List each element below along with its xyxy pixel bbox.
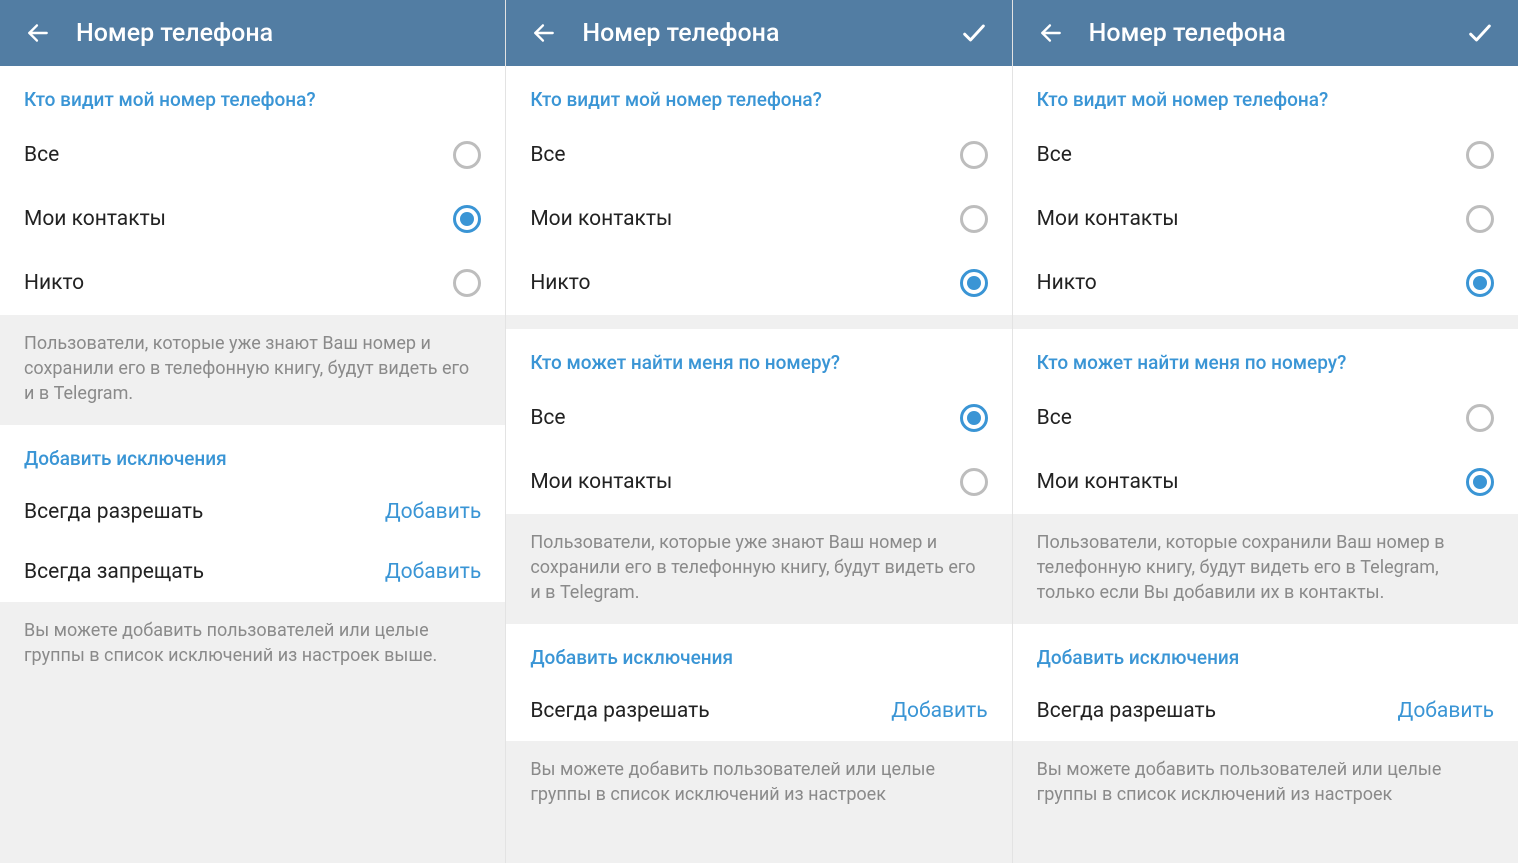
section-header: Кто может найти меня по номеру? — [1013, 329, 1518, 386]
section-header: Кто видит мой номер телефона? — [1013, 66, 1518, 123]
app-header: Номер телефона — [506, 0, 1011, 66]
hint-text: Вы можете добавить пользователей или цел… — [0, 602, 505, 686]
add-button[interactable]: Добавить — [891, 699, 987, 723]
radio-button-icon[interactable] — [453, 269, 481, 297]
radio-option[interactable]: Мои контакты — [506, 450, 1011, 514]
content-area: Кто видит мой номер телефона? Все Мои конт… — [0, 66, 505, 863]
add-button[interactable]: Добавить — [385, 500, 481, 524]
radio-button-icon[interactable] — [960, 205, 988, 233]
radio-option-label: Никто — [24, 271, 84, 295]
exception-label: Всегда запрещать — [24, 560, 204, 584]
radio-option[interactable]: Никто — [0, 251, 505, 315]
hint-text: Вы можете добавить пользователей или цел… — [506, 741, 1011, 825]
radio-option-label: Мои контакты — [530, 470, 672, 494]
radio-section: Кто видит мой номер телефона? Все Мои конт… — [0, 66, 505, 315]
radio-option[interactable]: Мои контакты — [506, 187, 1011, 251]
add-button[interactable]: Добавить — [385, 560, 481, 584]
radio-option-label: Никто — [1037, 271, 1097, 295]
exception-row[interactable]: Всегда запрещать Добавить — [0, 542, 505, 602]
radio-section: Кто может найти меня по номеру? Все Мои ко… — [506, 329, 1011, 514]
radio-section: Кто видит мой номер телефона? Все Мои конт… — [1013, 66, 1518, 315]
back-arrow-icon[interactable] — [1031, 13, 1071, 53]
actions-section: Добавить исключения Всегда разрешать Добав… — [0, 425, 505, 602]
confirm-check-icon[interactable] — [954, 13, 994, 53]
back-arrow-icon[interactable] — [524, 13, 564, 53]
radio-option-label: Все — [24, 143, 59, 167]
section-header: Кто видит мой номер телефона? — [0, 66, 505, 123]
exception-label: Всегда разрешать — [1037, 699, 1216, 723]
exception-row[interactable]: Всегда разрешать Добавить — [506, 681, 1011, 741]
radio-option[interactable]: Все — [506, 386, 1011, 450]
actions-section: Добавить исключения Всегда разрешать Добав… — [1013, 624, 1518, 741]
add-button[interactable]: Добавить — [1398, 699, 1494, 723]
actions-section: Добавить исключения Всегда разрешать Добав… — [506, 624, 1011, 741]
hint-text: Пользователи, которые сохранили Ваш номе… — [1013, 514, 1518, 624]
radio-option-label: Все — [1037, 143, 1072, 167]
section-header: Кто видит мой номер телефона? — [506, 66, 1011, 123]
exception-label: Всегда разрешать — [530, 699, 709, 723]
screen: Номер телефона Кто видит мой номер телефо… — [505, 0, 1011, 863]
back-arrow-icon[interactable] — [18, 13, 58, 53]
screen: Номер телефона Кто видит мой номер телефо… — [1012, 0, 1518, 863]
hint-text: Вы можете добавить пользователей или цел… — [1013, 741, 1518, 825]
radio-option-label: Мои контакты — [530, 207, 672, 231]
radio-button-icon[interactable] — [1466, 404, 1494, 432]
content-area: Кто видит мой номер телефона? Все Мои конт… — [506, 66, 1011, 863]
radio-option[interactable]: Никто — [1013, 251, 1518, 315]
page-title: Номер телефона — [582, 19, 953, 48]
radio-option-label: Мои контакты — [1037, 207, 1179, 231]
radio-button-icon[interactable] — [1466, 269, 1494, 297]
radio-option[interactable]: Все — [506, 123, 1011, 187]
radio-button-icon[interactable] — [960, 404, 988, 432]
section-header: Кто может найти меня по номеру? — [506, 329, 1011, 386]
app-header: Номер телефона — [0, 0, 505, 66]
radio-option[interactable]: Все — [1013, 123, 1518, 187]
radio-option-label: Никто — [530, 271, 590, 295]
screen: Номер телефона Кто видит мой номер телефо… — [0, 0, 505, 863]
radio-option-label: Все — [1037, 406, 1072, 430]
content-area: Кто видит мой номер телефона? Все Мои конт… — [1013, 66, 1518, 863]
radio-button-icon[interactable] — [1466, 205, 1494, 233]
radio-button-icon[interactable] — [453, 141, 481, 169]
hint-text: Пользователи, которые уже знают Ваш номе… — [0, 315, 505, 425]
confirm-check-icon[interactable] — [1460, 13, 1500, 53]
radio-option[interactable]: Мои контакты — [1013, 187, 1518, 251]
radio-button-icon[interactable] — [960, 141, 988, 169]
radio-option[interactable]: Все — [0, 123, 505, 187]
radio-option[interactable]: Мои контакты — [0, 187, 505, 251]
section-header: Добавить исключения — [1013, 624, 1518, 681]
radio-option-label: Все — [530, 143, 565, 167]
exception-row[interactable]: Всегда разрешать Добавить — [0, 482, 505, 542]
radio-option[interactable]: Мои контакты — [1013, 450, 1518, 514]
radio-option[interactable]: Никто — [506, 251, 1011, 315]
radio-section: Кто видит мой номер телефона? Все Мои конт… — [506, 66, 1011, 315]
exception-row[interactable]: Всегда разрешать Добавить — [1013, 681, 1518, 741]
radio-option[interactable]: Все — [1013, 386, 1518, 450]
section-header: Добавить исключения — [506, 624, 1011, 681]
hint-text: Пользователи, которые уже знают Ваш номе… — [506, 514, 1011, 624]
radio-option-label: Все — [530, 406, 565, 430]
radio-section: Кто может найти меня по номеру? Все Мои ко… — [1013, 329, 1518, 514]
exception-label: Всегда разрешать — [24, 500, 203, 524]
page-title: Номер телефона — [76, 19, 487, 48]
radio-option-label: Мои контакты — [1037, 470, 1179, 494]
radio-button-icon[interactable] — [960, 269, 988, 297]
radio-button-icon[interactable] — [453, 205, 481, 233]
radio-button-icon[interactable] — [960, 468, 988, 496]
radio-button-icon[interactable] — [1466, 468, 1494, 496]
page-title: Номер телефона — [1089, 19, 1460, 48]
radio-option-label: Мои контакты — [24, 207, 166, 231]
app-header: Номер телефона — [1013, 0, 1518, 66]
radio-button-icon[interactable] — [1466, 141, 1494, 169]
section-header: Добавить исключения — [0, 425, 505, 482]
